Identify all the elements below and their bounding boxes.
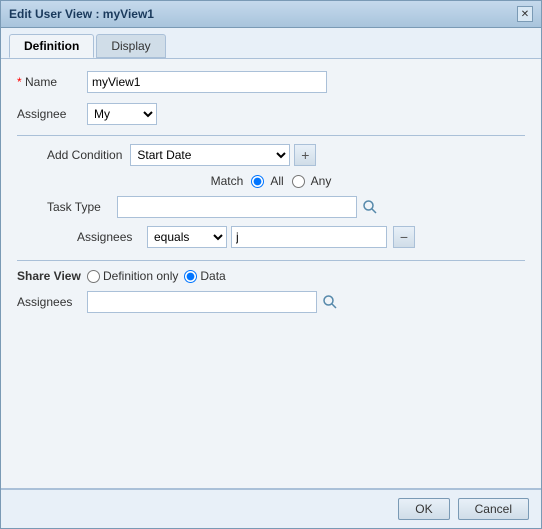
divider-1 xyxy=(17,135,525,136)
share-assignees-search-button[interactable] xyxy=(320,292,340,312)
share-view-section: Share View Definition only Data Assignee… xyxy=(17,269,525,313)
share-assignees-input[interactable] xyxy=(87,291,317,313)
condition-select[interactable]: Start Date Due Date Priority Status Task… xyxy=(130,144,290,166)
data-radio[interactable] xyxy=(184,270,197,283)
share-options: Definition only Data xyxy=(87,269,226,283)
assignee-label: Assignee xyxy=(17,107,87,121)
match-any-radio[interactable] xyxy=(292,175,305,188)
ok-button[interactable]: OK xyxy=(398,498,449,520)
equals-select[interactable]: equals not equals contains xyxy=(147,226,227,248)
task-type-search-button[interactable] xyxy=(360,197,380,217)
tab-definition[interactable]: Definition xyxy=(9,34,94,58)
assignee-select[interactable]: My All Unassigned xyxy=(87,103,157,125)
content-area: * Name Assignee My All Unassigned Add Co… xyxy=(1,59,541,488)
assignees-row: Assignees equals not equals contains − xyxy=(17,226,525,248)
remove-condition-button[interactable]: − xyxy=(393,226,415,248)
definition-only-radio[interactable] xyxy=(87,270,100,283)
name-row: * Name xyxy=(17,71,525,93)
footer: OK Cancel xyxy=(1,488,541,528)
divider-2 xyxy=(17,260,525,261)
share-search-icon xyxy=(322,294,338,310)
share-view-row: Share View Definition only Data xyxy=(17,269,525,283)
share-assignees-row: Assignees xyxy=(17,291,525,313)
match-all-radio[interactable] xyxy=(251,175,264,188)
window-title: Edit User View : myView1 xyxy=(9,7,154,21)
share-assignees-label: Assignees xyxy=(17,295,87,309)
task-type-label: Task Type xyxy=(47,200,117,214)
definition-only-option[interactable]: Definition only xyxy=(87,269,178,283)
data-option[interactable]: Data xyxy=(184,269,225,283)
main-window: Edit User View : myView1 ✕ Definition Di… xyxy=(0,0,542,529)
assignee-row: Assignee My All Unassigned xyxy=(17,103,525,125)
task-type-input[interactable] xyxy=(117,196,357,218)
task-type-row: Task Type xyxy=(17,196,525,218)
add-condition-label: Add Condition xyxy=(47,148,122,162)
match-row: Match All Any xyxy=(17,174,525,188)
tab-bar: Definition Display xyxy=(1,28,541,59)
cancel-button[interactable]: Cancel xyxy=(458,498,529,520)
name-label: * Name xyxy=(17,75,87,89)
tab-display[interactable]: Display xyxy=(96,34,165,58)
share-view-label: Share View xyxy=(17,269,87,283)
add-condition-row: Add Condition Start Date Due Date Priori… xyxy=(17,144,525,166)
search-icon xyxy=(362,199,378,215)
add-condition-button[interactable]: + xyxy=(294,144,316,166)
title-bar: Edit User View : myView1 ✕ xyxy=(1,1,541,28)
match-all-label[interactable]: All xyxy=(251,174,283,188)
close-button[interactable]: ✕ xyxy=(517,6,533,22)
assignees-label: Assignees xyxy=(47,230,147,244)
name-input[interactable] xyxy=(87,71,327,93)
match-label: Match xyxy=(211,174,244,188)
match-any-label[interactable]: Any xyxy=(292,174,332,188)
assignees-input[interactable] xyxy=(231,226,387,248)
